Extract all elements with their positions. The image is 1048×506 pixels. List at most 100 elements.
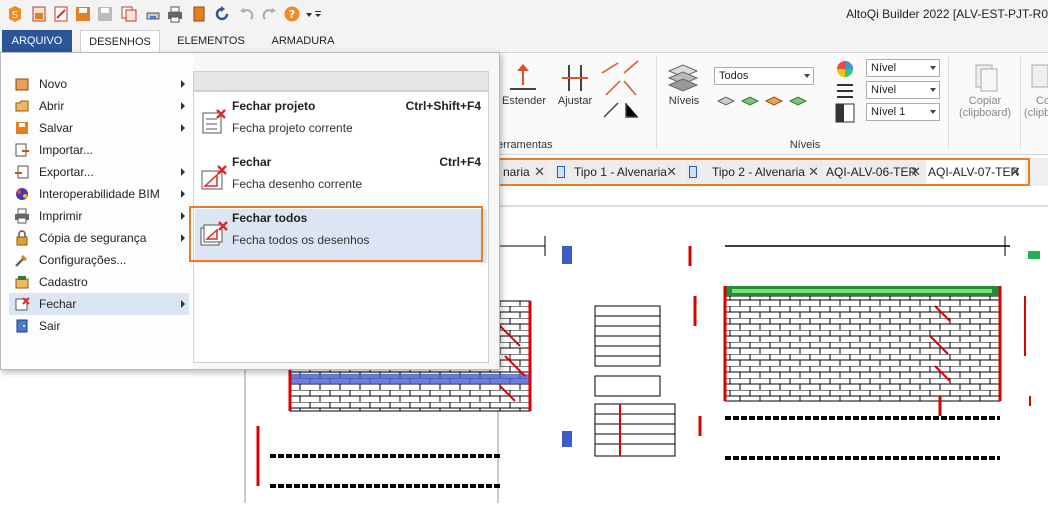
estender-label[interactable]: Estender [500,95,548,107]
submenu-title: Fechar [232,155,272,169]
submenu-shortcut: Ctrl+F4 [439,155,481,169]
menu-item-sair[interactable]: Sair [9,315,189,337]
copiar-line2: (clipboard) [959,107,1011,119]
tools-icons[interactable] [598,59,642,123]
line-style-icon[interactable] [835,81,855,101]
ferramentas-group-label: erramentas [497,139,553,151]
app-logo-icon[interactable]: S [6,5,24,23]
open-icon [15,100,29,112]
extend-icon[interactable] [506,61,540,95]
chevron-right-icon [181,124,185,132]
chevron-down-icon [804,74,810,78]
refresh-icon[interactable] [213,5,231,23]
levels-icon[interactable] [666,63,700,95]
menu-item-label: Sair [39,319,61,333]
todos-combo-value: Todos [719,70,749,82]
register-icon [15,276,29,289]
nivel-combo-3-value: Nível 1 [871,106,906,118]
redo-icon[interactable] [260,5,278,23]
cut-clipboard-icon[interactable] [1030,61,1048,93]
book-icon[interactable] [190,5,208,23]
menu-item-label: Salvar [39,121,74,135]
copiar-line1: Copiar [968,95,1002,107]
nivel-combo-1-value: Nível [871,62,897,74]
customize-icon[interactable] [314,5,322,23]
menu-item-cadastro[interactable]: Cadastro [9,271,189,293]
chevron-right-icon [181,190,185,198]
help-icon[interactable]: ? [283,5,301,23]
chevron-down-icon [930,66,936,70]
save-icon[interactable] [74,5,92,23]
quick-access-toolbar: S ? AltoQi Builder 2022 [ALV-EST-PJT-R0 [0,0,1048,30]
menu-item-importar[interactable]: Importar... [9,139,189,161]
co-line1: Co [1036,95,1048,107]
close-doc-icon [15,297,30,311]
chevron-right-icon [181,168,185,176]
tabs-highlight-box [497,158,1030,186]
color-wheel-icon[interactable] [835,59,855,79]
menu-item-label: Exportar... [39,165,94,179]
nivel-combo-3[interactable]: Nível 1 [866,103,940,121]
svg-text:S: S [12,10,18,21]
menu-item-label: Imprimir [39,209,83,223]
menu-item-fechar[interactable]: Fechar [9,293,189,315]
menu-item-label: Fechar [39,297,77,311]
chevron-right-icon [181,234,185,242]
submenu-header [193,71,489,91]
exit-icon [16,319,28,333]
copy-icon[interactable] [120,5,138,23]
new-file-icon[interactable] [30,5,48,23]
save-icon [16,122,28,134]
undo-icon[interactable] [238,5,256,23]
menu-item-label: Interoperabilidade BIM [39,187,160,201]
submenu-shortcut: Ctrl+Shift+F4 [405,99,481,113]
tab-elementos[interactable]: ELEMENTOS [170,30,252,52]
tab-arquivo[interactable]: ARQUIVO [2,30,72,52]
tab-armadura[interactable]: ARMADURA [262,30,344,52]
copiar-label[interactable]: Copiar (clipboard) [954,95,1016,119]
menu-item-label: Cadastro [39,275,88,289]
submenu-desc: Fecha projeto corrente [232,121,353,135]
copy-clipboard-icon[interactable] [972,61,1000,93]
menu-item-salvar[interactable]: Salvar [9,117,189,139]
menu-item-configuracoes[interactable]: Configurações... [9,249,189,271]
niveis-group-label: Níveis [789,139,821,151]
bim-icon [16,188,28,200]
chevron-down-icon [930,88,936,92]
ajustar-label[interactable]: Ajustar [553,95,597,107]
print-preview-icon[interactable] [144,5,162,23]
chevron-right-icon [181,300,185,308]
tab-desenhos[interactable]: DESENHOS [80,30,160,52]
submenu-fechar-projeto[interactable]: Fechar projeto Ctrl+Shift+F4 Fecha proje… [195,97,487,151]
menu-item-abrir[interactable]: Abrir [9,95,189,117]
todos-combo[interactable]: Todos [714,67,814,85]
adjust-icon[interactable] [558,61,592,95]
menu-item-copia-seguranca[interactable]: Cópia de segurança [9,227,189,249]
file-menu-list: Novo Abrir Salvar Importar... Exportar..… [1,53,193,369]
submenu-title: Fechar projeto [232,99,316,113]
menu-item-label: Abrir [39,99,65,113]
save-as-icon[interactable] [96,5,114,23]
nivel-combo-2[interactable]: Nível [866,81,940,99]
close-drawing-icon [201,165,227,190]
submenu-fechar[interactable]: Fechar Ctrl+F4 Fecha desenho corrente [195,153,487,207]
menu-item-novo[interactable]: Novo [9,73,189,95]
import-icon [15,143,29,157]
window-title: AltoQi Builder 2022 [ALV-EST-PJT-R0 [846,7,1048,21]
niveis-button-label[interactable]: Níveis [664,95,704,107]
menu-item-imprimir[interactable]: Imprimir [9,205,189,227]
fechar-todos-highlight-box [189,206,483,262]
layer-tools-icons[interactable] [716,91,812,111]
line-weight-icon[interactable] [835,103,855,123]
menu-item-bim[interactable]: Interoperabilidade BIM [9,183,189,205]
chevron-right-icon [181,212,185,220]
open-file-icon[interactable] [52,5,70,23]
export-icon [15,165,29,179]
chevron-right-icon [181,102,185,110]
co-label[interactable]: Co (clipb [1024,95,1048,119]
menu-item-label: Configurações... [39,253,127,267]
menu-item-exportar[interactable]: Exportar... [9,161,189,183]
nivel-combo-1[interactable]: Nível [866,59,940,77]
print-icon [15,208,29,224]
print-icon[interactable] [166,5,184,23]
